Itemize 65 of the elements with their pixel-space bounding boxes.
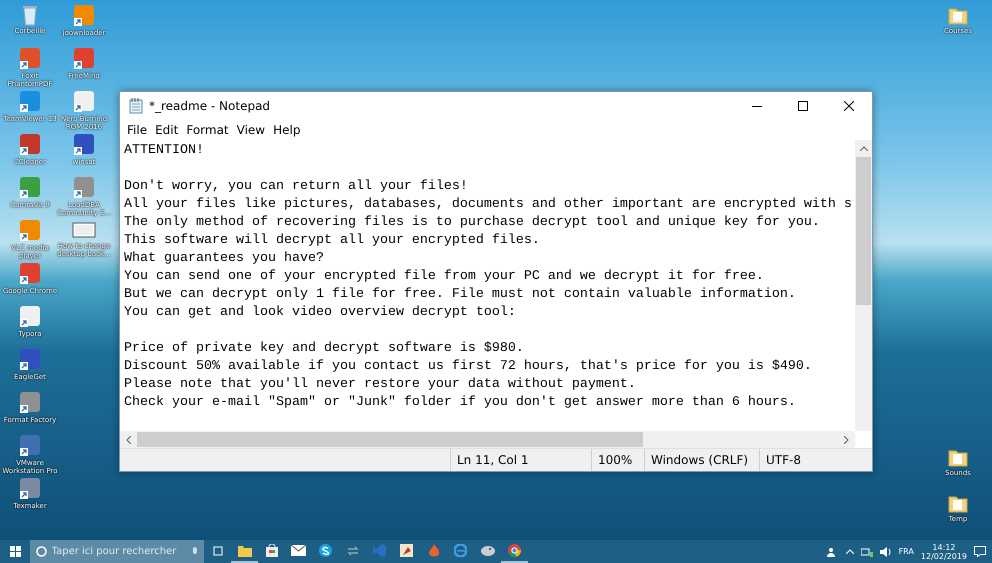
maximize-icon — [798, 101, 808, 111]
search-field[interactable]: Taper ici pour rechercher — [52, 546, 188, 557]
text-line: You can send one of your encrypted file from your PC and we decrypt it for free. — [124, 268, 765, 286]
status-bar-cell: 100% — [591, 449, 644, 471]
paint-palette-icon — [400, 544, 413, 557]
text-line: Price of private key and decrypt software is $980. — [124, 340, 525, 358]
app-shortcut-icon — [18, 305, 42, 329]
chevron-up-icon — [846, 549, 854, 554]
clock-date: 12/02/2019 — [920, 552, 967, 560]
search-bar[interactable]: Taper ici pour rechercher — [30, 540, 204, 563]
status-bar-cell: Ln 11, Col 1 — [450, 449, 591, 471]
bird-icon — [480, 544, 494, 556]
text-line: Discount 50% available if you contact us first 72 hours, that's price for you is $490. — [124, 358, 813, 376]
app-shortcut-icon — [18, 348, 42, 372]
app-shortcut-icon — [72, 90, 96, 114]
app-shortcut-icon — [72, 4, 96, 28]
app-shortcut-icon — [18, 262, 42, 286]
menu-item[interactable]: Edit — [151, 123, 182, 137]
folder-icon — [238, 544, 252, 556]
recycle-bin-icon — [21, 4, 39, 26]
window-title: *_readme - Notepad — [149, 99, 272, 113]
app-shortcut-icon — [18, 477, 42, 501]
text-line: Don't worry, you can return all your files! — [124, 178, 469, 196]
clock-time: 14:12 — [932, 542, 956, 552]
status-bar-cell: UTF-8 — [759, 449, 872, 471]
text-line: All your files like pictures, databases, documents and other important are encrypted with s — [124, 196, 853, 214]
app-shortcut-icon — [72, 133, 96, 157]
text-line: Check your e-mail "Spam" or "Junk" folder if you don't get answer more than 6 hours. — [124, 394, 797, 412]
windows-logo-icon — [10, 546, 20, 557]
text-line: What guarantees you have? — [124, 250, 325, 268]
notification-icon — [974, 546, 986, 557]
app-shortcut-icon — [72, 176, 96, 200]
menu-item[interactable]: Format — [182, 123, 233, 137]
app-shortcut-icon — [18, 176, 42, 200]
app-shortcut-icon — [18, 47, 42, 71]
app-shortcut-icon — [18, 391, 42, 415]
horizontal-scrollbar[interactable] — [120, 431, 855, 448]
microphone-icon — [192, 546, 198, 556]
flame-icon — [428, 544, 440, 558]
text-line: This software will decrypt all your encrypted files. — [124, 232, 541, 250]
vertical-scrollbar[interactable] — [855, 140, 872, 431]
notepad-icon — [129, 98, 143, 114]
app-shortcut-icon — [18, 90, 42, 114]
app-shortcut-icon — [72, 47, 96, 71]
clock[interactable]: 14:12 12/02/2019 — [920, 542, 967, 560]
app-shortcut-icon — [18, 133, 42, 157]
menu-item[interactable]: Help — [269, 123, 304, 137]
app-shortcut-icon — [18, 219, 42, 243]
text-line: The only method of recovering files is to purchase decrypt tool and unique key for you. — [124, 214, 821, 232]
menu-item[interactable]: File — [123, 123, 152, 137]
text-line: But we can decrypt only 1 file for free. File must not contain valuable information. — [124, 286, 797, 304]
menu-item[interactable]: View — [232, 123, 270, 137]
status-bar-cell: Windows (CRLF) — [644, 449, 759, 471]
sync-arrows-icon — [346, 544, 358, 556]
envelope-icon — [291, 545, 306, 556]
network-icon — [860, 546, 873, 556]
task-view-icon — [212, 546, 224, 556]
text-line: You can get and look video overview decrypt tool: — [124, 304, 517, 322]
app-shortcut-icon — [18, 434, 42, 458]
close-icon — [844, 101, 854, 111]
speaker-icon — [880, 546, 892, 556]
text-line: Please note that you'll never restore your data without payment. — [124, 376, 637, 394]
text-line: ATTENTION! — [124, 142, 205, 160]
language-indicator[interactable]: FRA — [898, 547, 914, 556]
shopping-bag-icon — [266, 544, 278, 557]
